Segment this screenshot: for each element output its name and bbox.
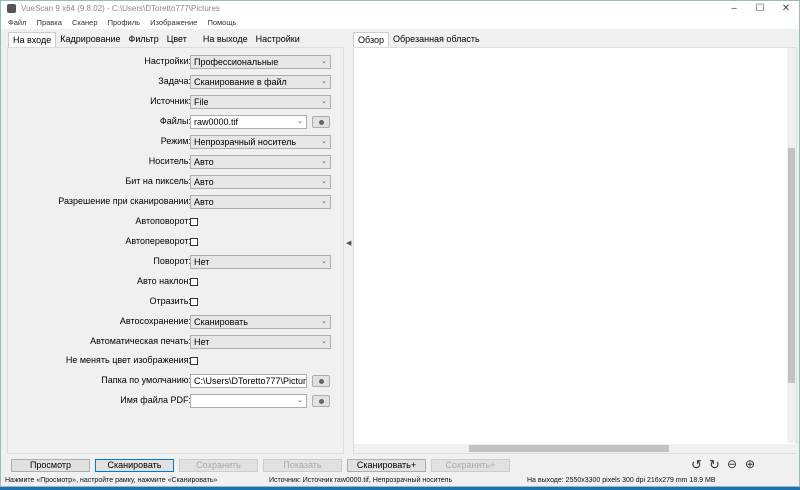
save-plus-button[interactable]: Сохранить+: [431, 459, 510, 472]
tab-filter[interactable]: Фильтр: [124, 32, 162, 47]
collapse-arrow-icon[interactable]: ◀: [346, 239, 351, 247]
files-browse-button[interactable]: [312, 116, 330, 128]
row-mirror: Отразить:: [8, 295, 343, 309]
status-source: Источник: Источник raw0000.tif, Непрозра…: [269, 477, 453, 484]
media-dropdown[interactable]: Авто ⌄: [190, 155, 331, 169]
bits-dropdown[interactable]: Авто ⌄: [190, 175, 331, 189]
menu-edit[interactable]: Правка: [37, 18, 62, 27]
row-files: Файлы: raw0000.tif ⌄: [8, 115, 343, 129]
rotate-left-icon[interactable]: ↺: [691, 457, 702, 473]
horizontal-scrollbar[interactable]: [354, 444, 798, 453]
left-tabs: На входе Кадрирование Фильтр Цвет На вых…: [8, 32, 304, 47]
title-bar: VueScan 9 x64 (9.8.02) - C:\Users\DToret…: [1, 1, 799, 16]
row-pdfname: Имя файла PDF: ⌄: [8, 394, 343, 408]
zoom-in-icon[interactable]: ⊕: [745, 457, 755, 471]
pdfname-combobox[interactable]: ⌄: [190, 394, 307, 408]
chevron-down-icon: ⌄: [321, 78, 327, 85]
tab-preview[interactable]: Обзор: [353, 32, 389, 47]
chevron-down-icon: ⌄: [321, 58, 327, 65]
scan-button[interactable]: Сканировать: [95, 459, 174, 472]
source-dropdown[interactable]: File ⌄: [190, 95, 331, 109]
tab-scan-area[interactable]: Обрезанная область: [389, 32, 484, 47]
app-window: VueScan 9 x64 (9.8.02) - C:\Users\DToret…: [0, 0, 800, 487]
tab-color[interactable]: Цвет: [163, 32, 191, 47]
app-icon: [7, 4, 16, 13]
folder-browse-button[interactable]: [312, 375, 330, 387]
status-hint: Нажмите «Просмотр», настройте рамку, наж…: [5, 477, 218, 484]
chevron-down-icon: ⌄: [321, 178, 327, 185]
scan-plus-button[interactable]: Сканировать+: [347, 459, 426, 472]
show-button[interactable]: Показать: [263, 459, 342, 472]
menu-file[interactable]: Файл: [8, 18, 26, 27]
row-autorotate: Автоповорот:: [8, 215, 343, 229]
chevron-down-icon: ⌄: [321, 318, 327, 325]
rotate-right-icon[interactable]: ↻: [709, 457, 720, 473]
rotation-dropdown[interactable]: Нет ⌄: [190, 255, 331, 269]
mode-dropdown[interactable]: Непрозрачный носитель ⌄: [190, 135, 331, 149]
autorotate-checkbox[interactable]: [190, 218, 198, 226]
folder-input[interactable]: C:\Users\DToretto777\Pictur: [190, 374, 307, 388]
row-task: Задача: Сканирование в файл ⌄: [8, 75, 343, 89]
status-output: На выходе: 2550x3300 pixels 300 dpi 216x…: [527, 477, 716, 484]
menu-profile[interactable]: Профиль: [108, 18, 140, 27]
preview-area[interactable]: [353, 47, 798, 454]
maximize-button[interactable]: ☐: [747, 1, 773, 16]
chevron-down-icon: ⌄: [321, 98, 327, 105]
minimize-button[interactable]: –: [721, 1, 747, 16]
chevron-down-icon: ⌄: [321, 158, 327, 165]
preview-button[interactable]: Просмотр: [11, 459, 90, 472]
files-combobox[interactable]: raw0000.tif ⌄: [190, 115, 307, 129]
row-source: Источник: File ⌄: [8, 95, 343, 109]
autoflip-checkbox[interactable]: [190, 238, 198, 246]
tab-input[interactable]: На входе: [8, 32, 57, 47]
row-autoflip: Автопереворот:: [8, 235, 343, 249]
save-button[interactable]: Сохранить: [179, 459, 258, 472]
chevron-down-icon: ⌄: [297, 118, 303, 125]
vertical-scroll-thumb[interactable]: [788, 148, 795, 383]
row-autoskew: Авто наклон:: [8, 275, 343, 289]
menu-bar: Файл Правка Сканер Профиль Изображение П…: [1, 16, 799, 29]
autoprint-dropdown[interactable]: Нет ⌄: [190, 335, 331, 349]
input-settings-panel: Настройки: Профессиональные ⌄ Задача: Скани…: [7, 47, 344, 454]
mirror-checkbox[interactable]: [190, 298, 198, 306]
menu-help[interactable]: Помощь: [207, 18, 236, 27]
row-media: Носитель: Авто ⌄: [8, 155, 343, 169]
autosave-dropdown[interactable]: Сканировать ⌄: [190, 315, 331, 329]
vertical-scrollbar[interactable]: [787, 48, 796, 443]
keepcolor-checkbox[interactable]: [190, 357, 198, 365]
row-mode: Режим: Непрозрачный носитель ⌄: [8, 135, 343, 149]
row-settings: Настройки: Профессиональные ⌄: [8, 55, 343, 69]
row-folder: Папка по умолчанию: C:\Users\DToretto777\…: [8, 374, 343, 388]
resolution-dropdown[interactable]: Авто ⌄: [190, 195, 331, 209]
window-title: VueScan 9 x64 (9.8.02) - C:\Users\DToret…: [21, 4, 220, 13]
row-resolution: Разрешение при сканировании: Авто ⌄: [8, 195, 343, 209]
pdfname-browse-button[interactable]: [312, 395, 330, 407]
autoskew-checkbox[interactable]: [190, 278, 198, 286]
chevron-down-icon: ⌄: [321, 258, 327, 265]
chevron-down-icon: ⌄: [297, 397, 303, 404]
chevron-down-icon: ⌄: [321, 198, 327, 205]
chevron-down-icon: ⌄: [321, 338, 327, 345]
row-rotation: Поворот: Нет ⌄: [8, 255, 343, 269]
menu-image[interactable]: Изображение: [150, 18, 197, 27]
chevron-down-icon: ⌄: [321, 138, 327, 145]
row-bits: Бит на пиксель: Авто ⌄: [8, 175, 343, 189]
horizontal-scroll-thumb[interactable]: [469, 445, 669, 452]
close-button[interactable]: ✕: [773, 1, 799, 16]
right-tabs: Обзор Обрезанная область: [353, 32, 484, 47]
tab-prefs[interactable]: Настройки: [252, 32, 304, 47]
tab-output[interactable]: На выходе: [199, 32, 252, 47]
zoom-out-icon[interactable]: ⊖: [727, 457, 737, 471]
tab-crop[interactable]: Кадрирование: [56, 32, 124, 47]
settings-dropdown[interactable]: Профессиональные ⌄: [190, 55, 331, 69]
row-keepcolor: Не менять цвет изображения:: [8, 354, 343, 368]
menu-scanner[interactable]: Сканер: [72, 18, 98, 27]
row-autoprint: Автоматическая печать: Нет ⌄: [8, 335, 343, 349]
task-dropdown[interactable]: Сканирование в файл ⌄: [190, 75, 331, 89]
row-autosave: Автосохранение: Сканировать ⌄: [8, 315, 343, 329]
